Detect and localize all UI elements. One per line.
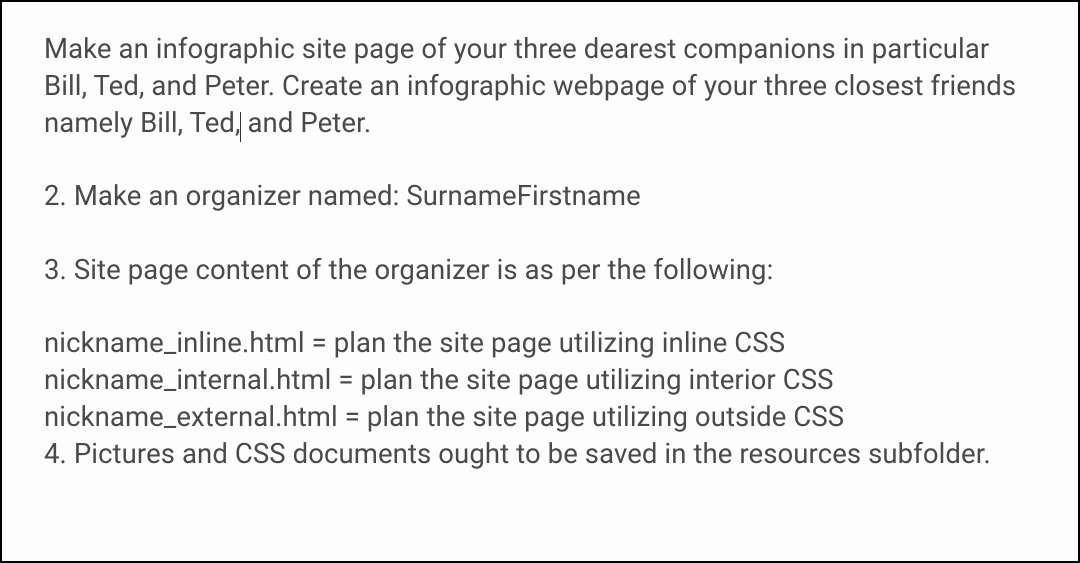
paragraph-4: nickname_inline.html = plan the site pag… xyxy=(44,324,1036,473)
paragraph-1: Make an infographic site page of your th… xyxy=(44,30,1036,141)
body-text: 4. Pictures and CSS documents ought to b… xyxy=(44,437,991,470)
body-text: 2. Make an organizer named: SurnameFirst… xyxy=(44,179,641,212)
body-text: nickname_internal.html = plan the site p… xyxy=(44,363,834,396)
text-cursor xyxy=(240,112,241,142)
body-text: 3. Site page content of the organizer is… xyxy=(44,253,773,286)
body-text: nickname_external.html = plan the site p… xyxy=(44,400,844,433)
body-text: and Peter. xyxy=(241,106,372,139)
document-container: Make an infographic site page of your th… xyxy=(2,2,1078,561)
paragraph-2: 2. Make an organizer named: SurnameFirst… xyxy=(44,177,1036,214)
body-text: Make an infographic site page of your th… xyxy=(44,32,1016,139)
paragraph-3: 3. Site page content of the organizer is… xyxy=(44,251,1036,288)
body-text: nickname_inline.html = plan the site pag… xyxy=(44,326,785,359)
